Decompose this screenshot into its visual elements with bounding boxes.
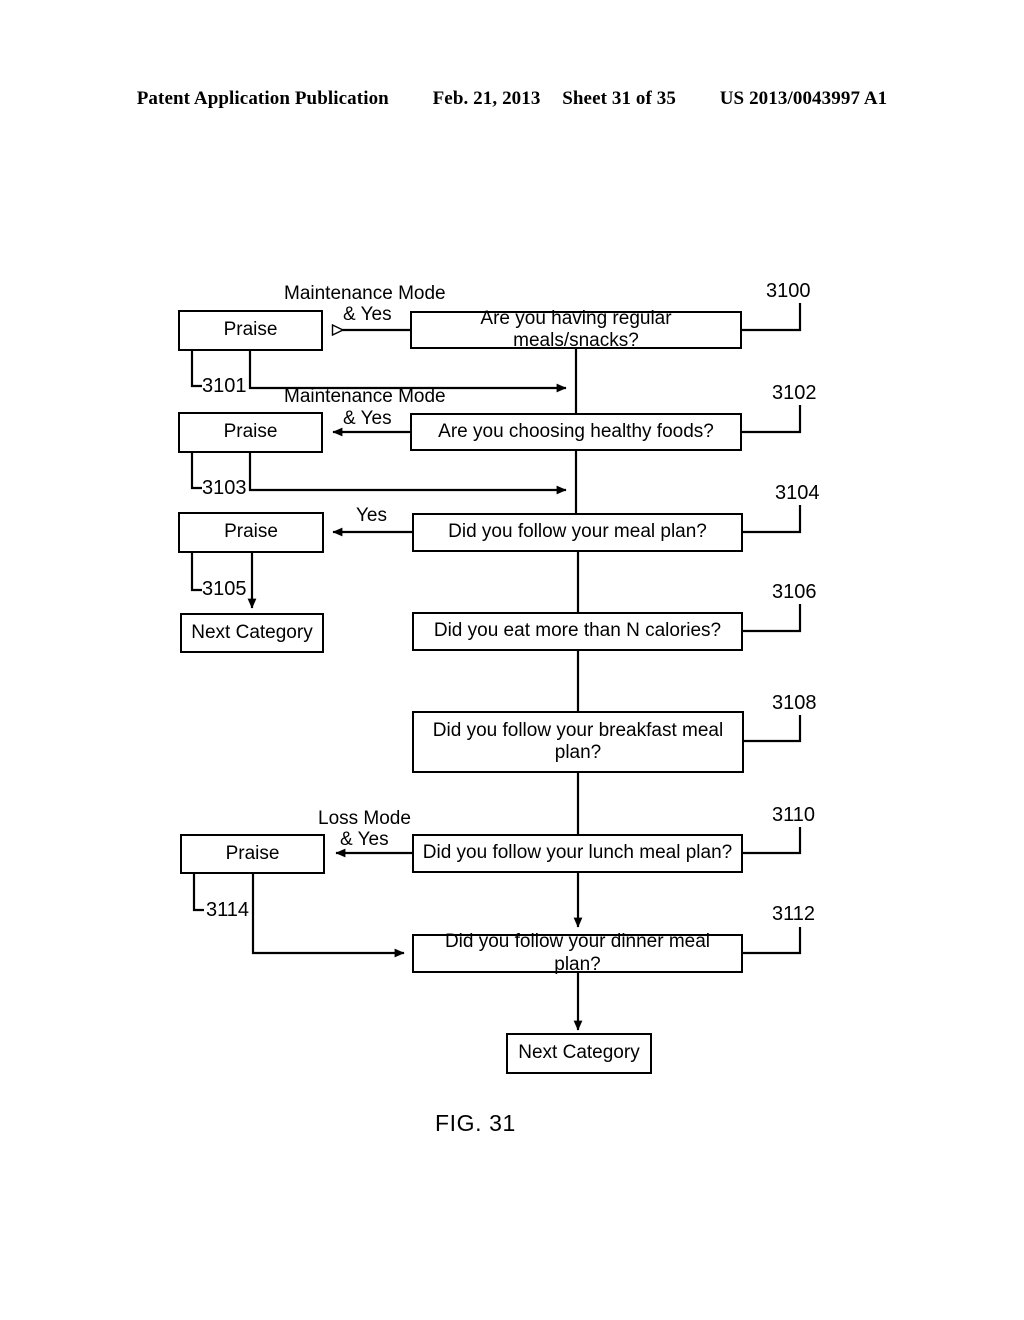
- ref-numeral-3105: 3105: [202, 578, 247, 600]
- leader-3106: [742, 604, 802, 633]
- leader-3112: [743, 927, 802, 955]
- node-label: Did you eat more than N calories?: [433, 620, 722, 642]
- node-question-3112[interactable]: Did you follow your dinner meal plan?: [412, 931, 743, 975]
- ref-numeral-3114: 3114: [206, 899, 250, 921]
- node-question-3104[interactable]: Did you follow your meal plan?: [412, 513, 743, 552]
- edge-label-maintenance-mode-2-line1: Maintenance Mode: [284, 386, 446, 407]
- edge-praise1-to-trunk: [248, 350, 567, 393]
- node-praise-3105[interactable]: Praise: [178, 512, 324, 553]
- leader-3103: [190, 452, 202, 490]
- node-label: Praise: [223, 421, 278, 443]
- leader-3110: [742, 827, 802, 855]
- edge-label-maintenance-mode-2-line2: & Yes: [343, 408, 392, 429]
- leader-3101: [190, 350, 202, 388]
- edge-label-maintenance-mode-1-line2: & Yes: [343, 304, 392, 325]
- edge-label-yes: Yes: [356, 505, 387, 526]
- ref-numeral-3110: 3110: [772, 804, 816, 826]
- node-label: Praise: [223, 319, 278, 341]
- leader-3108: [744, 715, 802, 743]
- node-question-3108[interactable]: Did you follow your breakfast meal plan?: [412, 711, 744, 773]
- ref-numeral-3104: 3104: [775, 482, 820, 504]
- edge-label-maintenance-mode-1-line1: Maintenance Mode: [284, 283, 446, 304]
- leader-3104: [742, 505, 802, 534]
- node-praise-3101[interactable]: Praise: [178, 310, 323, 351]
- node-question-3102[interactable]: Are you choosing healthy foods?: [410, 413, 742, 451]
- ref-numeral-3108: 3108: [772, 692, 817, 714]
- node-label: Are you having regular meals/snacks?: [480, 307, 672, 351]
- node-label: Praise: [225, 842, 280, 864]
- node-label: Did you follow your breakfast meal plan?: [432, 719, 724, 763]
- node-label: Did you follow your lunch meal plan?: [422, 842, 733, 864]
- edge-label-loss-mode-line2: & Yes: [340, 829, 389, 850]
- ref-numeral-3106: 3106: [772, 581, 817, 603]
- node-label: Next Category: [518, 1042, 640, 1064]
- edge-label-loss-mode-line1: Loss Mode: [318, 808, 411, 829]
- node-label: Next Category: [191, 621, 313, 643]
- ref-numeral-3102: 3102: [772, 382, 817, 404]
- node-label: Are you choosing healthy foods?: [438, 420, 714, 442]
- node-label: Did you follow your dinner meal plan?: [444, 931, 711, 975]
- ref-numeral-3103: 3103: [202, 477, 247, 499]
- figure-31: Praise Are you having regular meals/snac…: [0, 0, 1024, 1320]
- node-next-category-bottom[interactable]: Next Category: [506, 1033, 652, 1074]
- edge-praise4-to-3112: [251, 873, 405, 958]
- node-question-3100[interactable]: Are you having regular meals/snacks?: [410, 308, 742, 351]
- figure-caption: FIG. 31: [435, 1110, 516, 1136]
- node-question-3110[interactable]: Did you follow your lunch meal plan?: [412, 834, 743, 873]
- node-praise-3114[interactable]: Praise: [180, 834, 325, 874]
- ref-numeral-3101: 3101: [202, 375, 247, 397]
- ref-numeral-3112: 3112: [772, 903, 816, 925]
- leader-3105: [190, 552, 202, 592]
- node-label: Praise: [224, 521, 278, 543]
- leader-3102: [742, 405, 802, 434]
- ref-numeral-3100: 3100: [766, 280, 811, 302]
- node-praise-3103[interactable]: Praise: [178, 412, 323, 453]
- edge-praise2-to-trunk: [248, 452, 567, 495]
- leader-3100: [742, 303, 802, 332]
- node-next-category-left[interactable]: Next Category: [180, 613, 324, 653]
- node-question-3106[interactable]: Did you eat more than N calories?: [412, 612, 743, 651]
- leader-3114: [192, 873, 204, 912]
- node-label: Did you follow your meal plan?: [448, 521, 707, 543]
